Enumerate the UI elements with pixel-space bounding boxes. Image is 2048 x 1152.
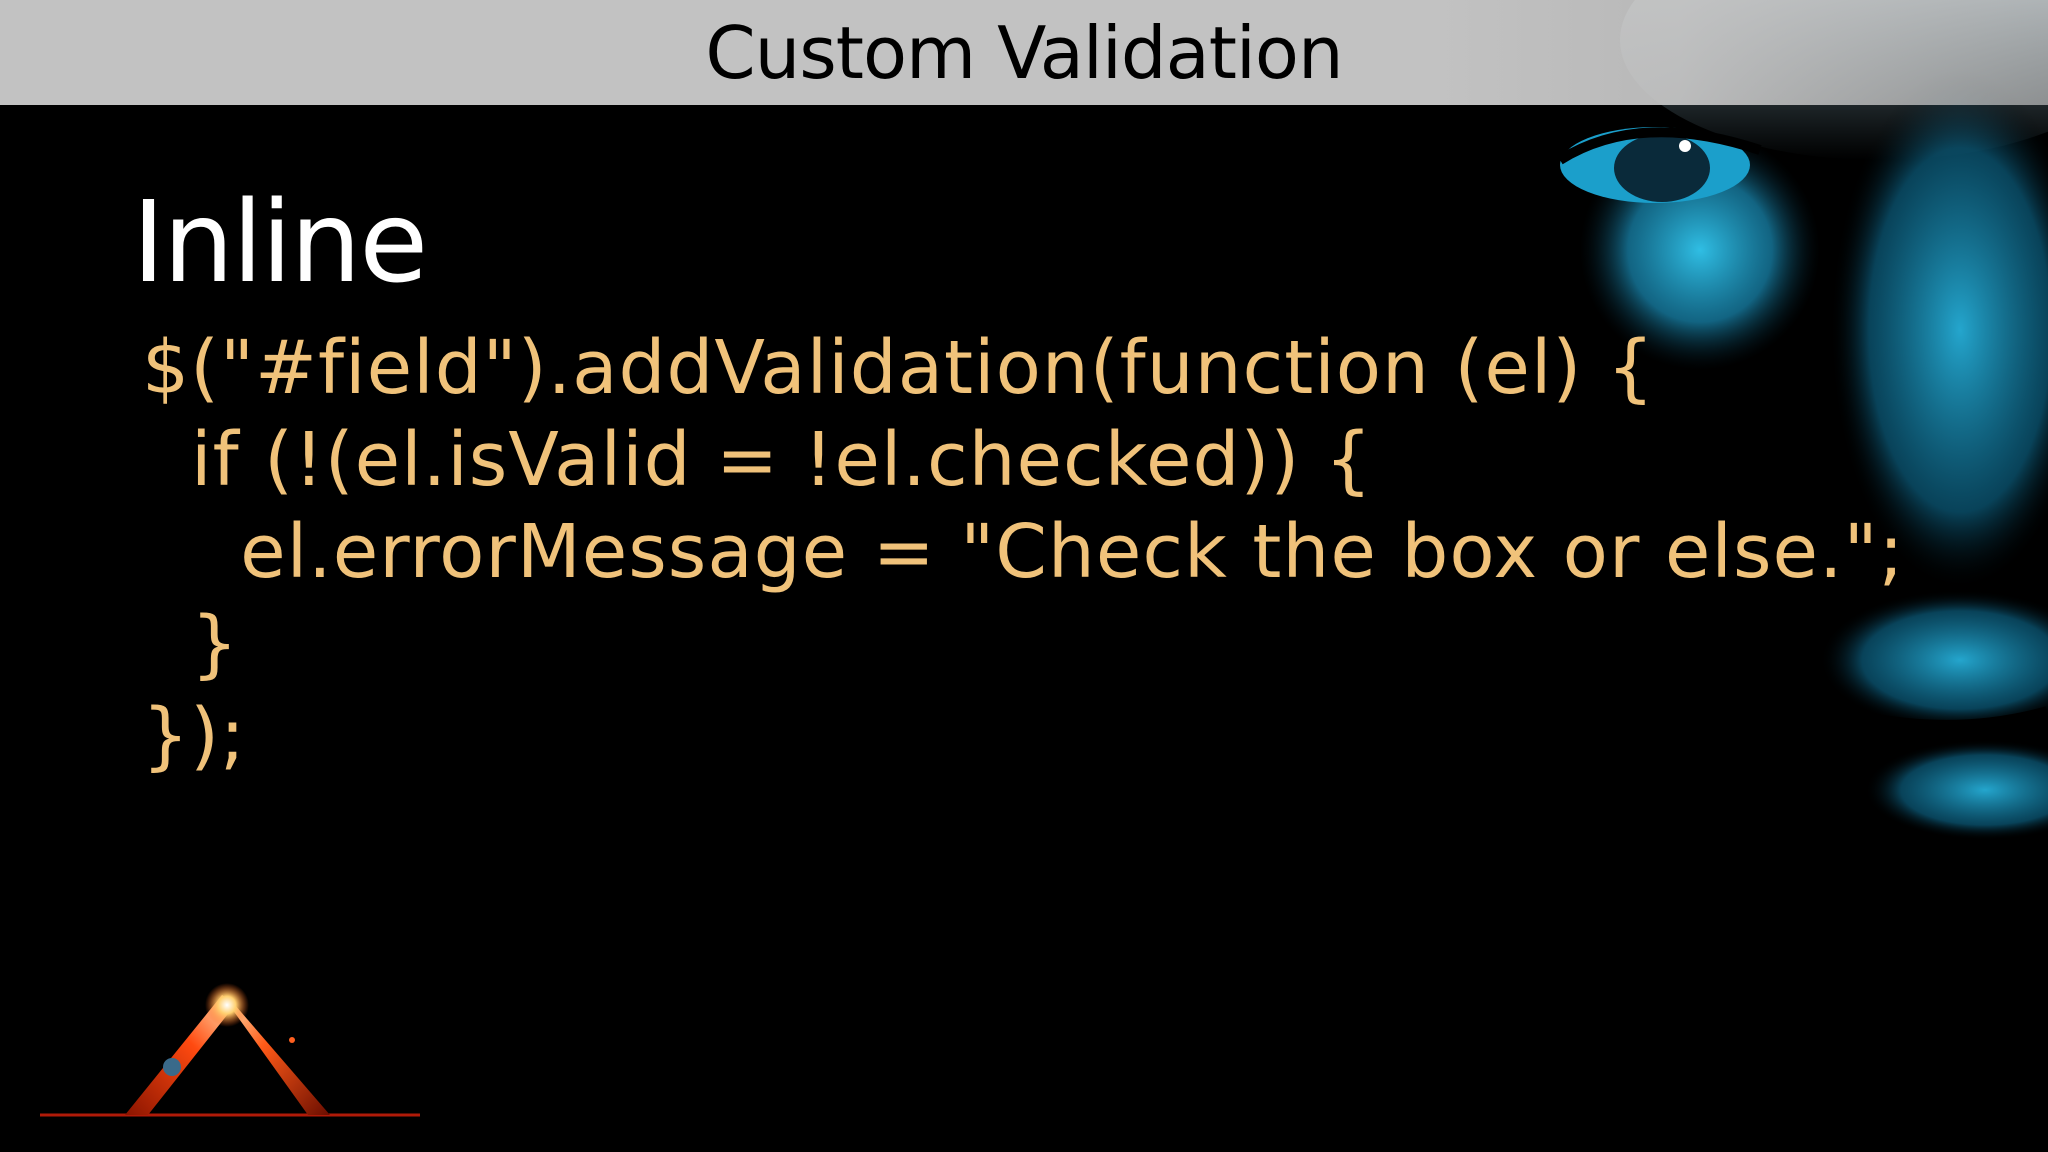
presentation-slide: Custom Validation Inline $("#field").add… [0,0,2048,1152]
slide-title: Custom Validation [705,11,1343,95]
code-line: }); [142,693,246,779]
glowing-triangle-logo-icon [40,983,420,1117]
code-line: el.errorMessage = "Check the box or else… [142,509,1905,595]
code-line: if (!(el.isValid = !el.checked)) { [142,417,1373,503]
code-line: $("#field").addValidation(function (el) … [142,325,1655,411]
code-line: } [142,601,240,687]
section-heading: Inline [132,178,428,308]
code-block: $("#field").addValidation(function (el) … [142,322,1905,782]
